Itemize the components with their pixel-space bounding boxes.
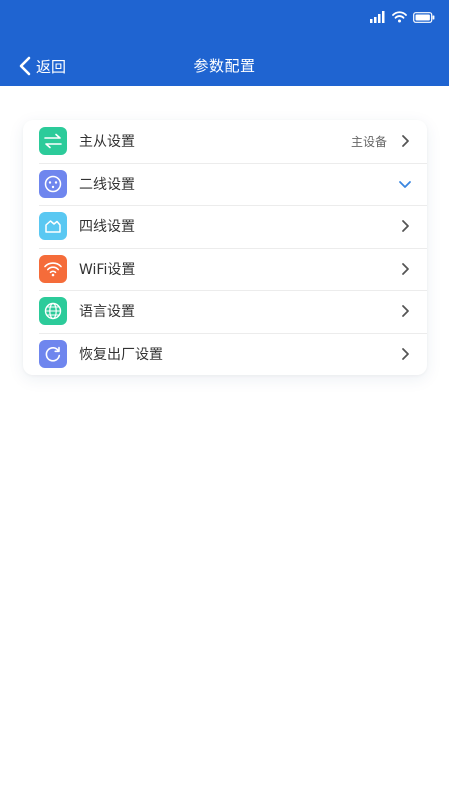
swap-arrows-icon: [39, 127, 67, 156]
battery-icon: [413, 11, 435, 23]
globe-icon: [39, 297, 67, 326]
wifi-status-icon: [392, 11, 407, 23]
settings-item-label: 语言设置: [79, 304, 135, 321]
nav-bar: 返回 参数配置: [0, 46, 449, 86]
settings-item-label: 四线设置: [79, 219, 135, 236]
chevron-right-icon: [397, 303, 413, 319]
settings-card: 主从设置 主设备 二线设置 四线设置 WiFi设置 语言设置 恢复出厂设置: [23, 120, 427, 375]
settings-item-two-wire[interactable]: 二线设置: [23, 162, 427, 206]
settings-item-label: 主从设置: [79, 134, 135, 151]
chevron-right-icon: [397, 261, 413, 277]
chevron-right-icon: [397, 133, 413, 149]
settings-item-language[interactable]: 语言设置: [23, 290, 427, 333]
house-icon: [39, 212, 67, 241]
signal-icon: [370, 11, 385, 23]
app-header: 返回 参数配置: [0, 0, 449, 86]
settings-item-label: 恢复出厂设置: [79, 346, 163, 363]
chevron-right-icon: [397, 218, 413, 234]
status-bar: [370, 10, 435, 24]
settings-item-value: 主设备: [350, 134, 387, 149]
settings-item-label: WiFi设置: [79, 261, 136, 278]
settings-item-factory-reset[interactable]: 恢复出厂设置: [23, 332, 427, 376]
page-title: 参数配置: [193, 57, 256, 75]
settings-item-label: 二线设置: [79, 176, 135, 193]
chevron-down-icon: [397, 176, 413, 192]
settings-item-master-slave[interactable]: 主从设置 主设备: [23, 120, 427, 163]
chevron-right-icon: [397, 346, 413, 362]
settings-item-wifi[interactable]: WiFi设置: [23, 247, 427, 291]
wifi-icon: [39, 254, 67, 283]
socket-icon: [39, 169, 67, 198]
refresh-icon: [39, 339, 67, 368]
settings-item-four-wire[interactable]: 四线设置: [23, 205, 427, 248]
